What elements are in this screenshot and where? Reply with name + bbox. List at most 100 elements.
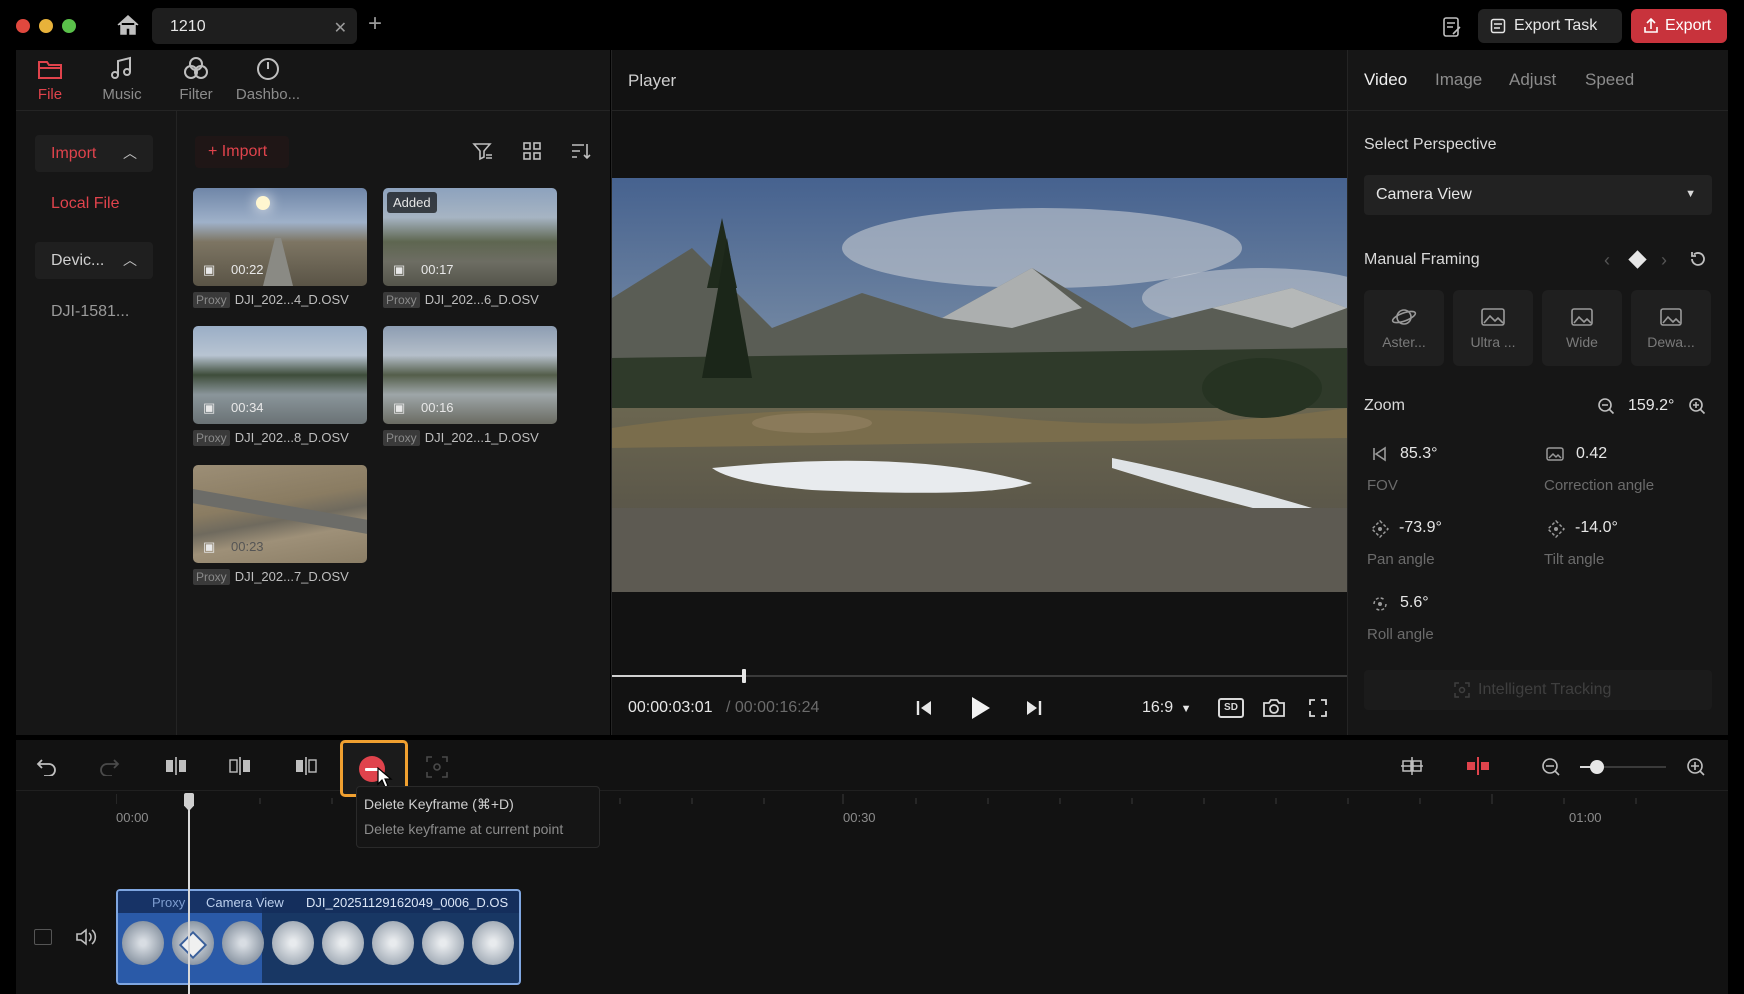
media-item[interactable]: Added ▣ 00:17 Proxy DJI_202...6_D.OSV — [383, 188, 557, 308]
tab-file[interactable]: File — [10, 56, 90, 106]
import-media-button[interactable]: + Import — [195, 136, 289, 168]
ultra-wide-button[interactable]: Ultra ... — [1453, 290, 1533, 366]
roll-label: Roll angle — [1367, 626, 1434, 643]
tab-filter[interactable]: Filter — [156, 56, 236, 106]
play-icon[interactable] — [968, 695, 992, 721]
tab-dashboard-label: Dashbo... — [235, 86, 301, 103]
dewarp-label: Dewa... — [1647, 334, 1695, 350]
home-icon[interactable] — [116, 14, 140, 36]
trim-left-icon[interactable] — [228, 756, 252, 776]
grid-view-icon[interactable] — [522, 141, 542, 161]
divider — [16, 790, 1728, 791]
divider — [176, 111, 177, 735]
notes-icon[interactable] — [1441, 16, 1463, 38]
intelligent-tracking-label: Intelligent Tracking — [1478, 681, 1612, 698]
media-item[interactable]: ▣ 00:23 Proxy DJI_202...7_D.OSV — [193, 465, 367, 585]
tab-image[interactable]: Image — [1435, 70, 1482, 90]
previous-frame-icon[interactable] — [914, 698, 934, 718]
close-tab-icon[interactable]: ✕ — [334, 18, 347, 38]
tilt-icon — [1547, 520, 1565, 538]
video-frame-scene — [612, 178, 1347, 592]
media-thumbnail: ▣ 00:34 — [193, 326, 367, 424]
video-preview[interactable] — [612, 178, 1347, 592]
media-duration: 00:16 — [421, 400, 454, 415]
asteroid-view-button[interactable]: Aster... — [1364, 290, 1444, 366]
manual-framing-label: Manual Framing — [1364, 251, 1480, 268]
import-section-toggle[interactable]: Import ︿ — [35, 135, 153, 172]
timeline-zoom-in-icon[interactable] — [1686, 757, 1706, 777]
timeline-clip[interactable]: Proxy Camera View DJI_20251129162049_000… — [116, 889, 521, 985]
zoom-in-icon[interactable] — [1688, 397, 1706, 415]
camera-icon: ▣ — [393, 262, 406, 277]
import-media-label: + Import — [208, 143, 268, 160]
export-task-label: Export Task — [1514, 17, 1598, 34]
intelligent-tracking-button[interactable]: Intelligent Tracking — [1364, 670, 1712, 710]
timeline-zoom-out-icon[interactable] — [1541, 757, 1561, 777]
pan-value[interactable]: -73.9° — [1399, 519, 1442, 537]
keyframe-tracking-icon[interactable] — [426, 756, 448, 778]
filter-list-icon[interactable] — [472, 141, 494, 161]
media-name: DJI_202...1_D.OSV — [424, 430, 539, 445]
next-keyframe-icon[interactable]: › — [1661, 250, 1667, 271]
proxy-badge: Proxy — [193, 292, 230, 308]
device-item[interactable]: DJI-1581... — [51, 303, 129, 321]
redo-icon[interactable] — [98, 756, 120, 776]
camera-icon: ▣ — [203, 539, 216, 554]
zoom-out-icon[interactable] — [1597, 397, 1615, 415]
total-time: / 00:00:16:24 — [726, 699, 820, 716]
tab-file-label: File — [37, 86, 63, 103]
tab-speed[interactable]: Speed — [1585, 70, 1634, 90]
perspective-dropdown[interactable]: Camera View ▼ — [1364, 175, 1712, 215]
aspect-ratio-select[interactable]: 16:9 ▼ — [1142, 699, 1191, 717]
correction-value[interactable]: 0.42 — [1576, 445, 1607, 463]
tab-video[interactable]: Video — [1364, 70, 1407, 90]
snapshot-camera-icon[interactable] — [1262, 697, 1286, 719]
add-tab-icon[interactable]: + — [368, 10, 382, 38]
media-thumbnail: ▣ 00:23 — [193, 465, 367, 563]
snap-icon[interactable] — [1400, 756, 1424, 776]
sd-quality-icon[interactable]: SD — [1218, 698, 1244, 718]
link-playhead-icon[interactable] — [1465, 756, 1491, 776]
prev-keyframe-icon[interactable]: ‹ — [1604, 250, 1610, 271]
track-audio-icon[interactable] — [75, 927, 97, 947]
fullscreen-icon[interactable] — [1308, 698, 1328, 718]
next-frame-icon[interactable] — [1024, 698, 1044, 718]
local-file-item[interactable]: Local File — [51, 195, 119, 213]
player-progress-handle[interactable] — [742, 669, 747, 683]
media-item[interactable]: ▣ 00:16 Proxy DJI_202...1_D.OSV — [383, 326, 557, 446]
fov-icon — [1372, 446, 1388, 462]
wide-button[interactable]: Wide — [1542, 290, 1622, 366]
media-duration: 00:23 — [231, 539, 264, 554]
tilt-value[interactable]: -14.0° — [1575, 519, 1618, 537]
media-item[interactable]: ▣ 00:22 Proxy DJI_202...4_D.OSV — [193, 188, 367, 308]
close-window-button[interactable] — [16, 19, 30, 33]
dewarp-button[interactable]: Dewa... — [1631, 290, 1711, 366]
tab-music[interactable]: Music — [82, 56, 162, 106]
track-visibility-icon[interactable] — [34, 929, 52, 945]
undo-icon[interactable] — [36, 756, 58, 776]
media-item[interactable]: ▣ 00:34 Proxy DJI_202...8_D.OSV — [193, 326, 367, 446]
camera-icon: ▣ — [203, 262, 216, 277]
trim-right-icon[interactable] — [294, 756, 318, 776]
fov-value[interactable]: 85.3° — [1400, 445, 1438, 463]
zoom-value[interactable]: 159.2° — [1628, 397, 1674, 415]
roll-value[interactable]: 5.6° — [1400, 594, 1429, 612]
minimize-window-button[interactable] — [39, 19, 53, 33]
timeline-zoom-handle[interactable] — [1590, 760, 1604, 774]
device-section-toggle[interactable]: Devic... ︿ — [35, 242, 153, 279]
divider — [1348, 110, 1728, 111]
tab-dashboard[interactable]: Dashbo... — [228, 56, 308, 106]
wide-label: Wide — [1566, 334, 1598, 350]
export-button[interactable]: Export — [1631, 9, 1727, 43]
tooltip: Delete Keyframe (⌘+D) Delete keyframe at… — [356, 786, 600, 848]
tab-adjust[interactable]: Adjust — [1509, 70, 1556, 90]
reset-icon[interactable] — [1688, 250, 1708, 270]
split-icon[interactable] — [164, 756, 188, 776]
export-task-button[interactable]: Export Task — [1478, 9, 1622, 43]
tab-filter-label: Filter — [179, 86, 213, 103]
select-perspective-label: Select Perspective — [1364, 136, 1497, 153]
sort-icon[interactable] — [570, 141, 592, 161]
music-icon — [108, 56, 136, 82]
project-tab[interactable]: 1210 ✕ — [152, 8, 357, 44]
maximize-window-button[interactable] — [62, 19, 76, 33]
